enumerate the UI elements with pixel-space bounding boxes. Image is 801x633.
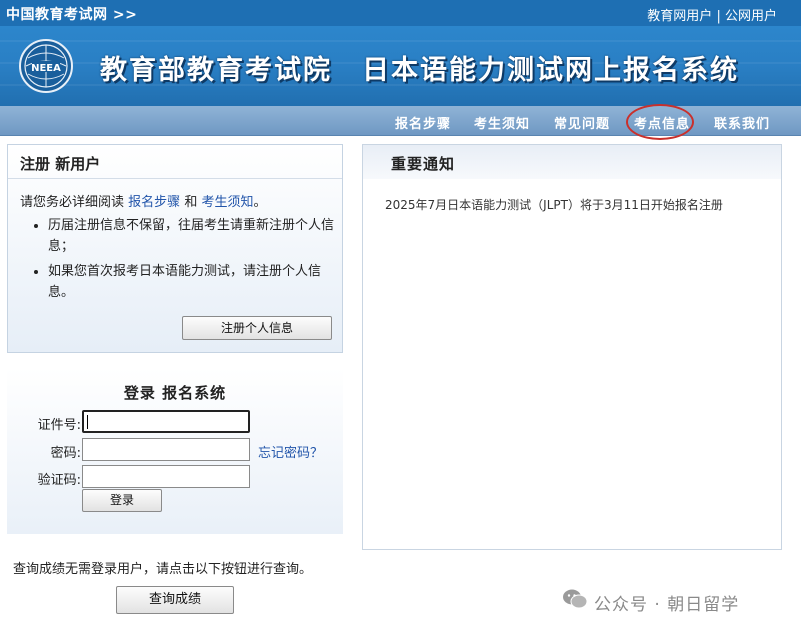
notice-header: 重要通知	[363, 145, 781, 179]
score-query-note: 查询成绩无需登录用户，请点击以下按钮进行查询。	[13, 562, 313, 577]
watermark-text: 公众号 · 朝日留学	[594, 595, 740, 615]
edu-user-link[interactable]: 教育网用户	[647, 9, 712, 24]
link-divider: |	[716, 9, 721, 24]
nav-faq[interactable]: 常见问题	[554, 113, 610, 132]
password-input[interactable]	[82, 438, 250, 461]
id-number-input[interactable]	[82, 410, 250, 433]
login-button[interactable]: 登录	[82, 489, 162, 512]
login-panel: 登录 报名系统 证件号: 密码: 忘记密码？ 验证码: 登录	[7, 368, 343, 534]
nav-candidate-notes[interactable]: 考生须知	[474, 113, 530, 132]
notice-panel: 重要通知 2025年7月日本语能力测试（JLPT）将于3月11日开始报名注册	[362, 144, 782, 550]
wechat-icon	[563, 589, 588, 609]
captcha-input[interactable]	[82, 465, 250, 488]
query-score-button[interactable]: 查询成绩	[116, 586, 234, 614]
divider	[8, 178, 342, 179]
notice-item-link[interactable]: 2025年7月日本语能力测试（JLPT）将于3月11日开始报名注册	[385, 196, 723, 213]
list-item: 如果您首次报考日本语能力测试，请注册个人信息。	[48, 261, 334, 303]
top-strip: 中国教育考试网 >> 教育网用户 | 公网用户	[0, 0, 801, 26]
forgot-password-link[interactable]: 忘记密码？	[258, 442, 323, 461]
system-name: 日本语能力测试网上报名系统	[362, 55, 739, 86]
register-panel: 注册 新用户 请您务必详细阅读 报名步骤 和 考生须知。 历届注册信息不保留，往…	[7, 144, 343, 353]
site-home-link[interactable]: 中国教育考试网 >>	[6, 4, 137, 24]
register-notes-list: 历届注册信息不保留，往届考生请重新注册个人信息； 如果您首次报考日本语能力测试，…	[34, 215, 334, 307]
password-label: 密码:	[50, 446, 81, 461]
main-nav: 报名步骤 考生须知 常见问题 考点信息 联系我们	[0, 106, 801, 136]
register-button[interactable]: 注册个人信息	[182, 316, 332, 340]
id-number-label: 证件号:	[37, 418, 81, 433]
list-item: 历届注册信息不保留，往届考生请重新注册个人信息；	[48, 215, 334, 257]
user-type-links: 教育网用户 | 公网用户	[647, 5, 777, 24]
captcha-label: 验证码:	[37, 473, 81, 488]
login-title: 登录 报名系统	[123, 384, 227, 402]
neea-logo-icon: NEEA	[19, 39, 73, 93]
nav-test-center-info[interactable]: 考点信息	[634, 113, 690, 132]
intro-and: 和	[184, 195, 198, 210]
candidate-notes-link[interactable]: 考生须知	[201, 195, 253, 210]
intro-suffix: 。	[253, 195, 267, 210]
register-intro: 请您务必详细阅读 报名步骤 和 考生须知。	[20, 191, 267, 210]
nav-registration-steps[interactable]: 报名步骤	[395, 113, 451, 132]
register-title: 注册 新用户	[20, 155, 101, 173]
intro-prefix: 请您务必详细阅读	[20, 195, 125, 210]
notice-title: 重要通知	[391, 155, 456, 173]
header-banner: NEEA 教育部教育考试院 日本语能力测试网上报名系统	[0, 26, 801, 106]
nav-contact-us[interactable]: 联系我们	[714, 113, 770, 132]
registration-steps-link[interactable]: 报名步骤	[128, 195, 180, 210]
org-name: 教育部教育考试院	[100, 55, 332, 86]
banner-title: 教育部教育考试院 日本语能力测试网上报名系统	[100, 48, 739, 87]
public-user-link[interactable]: 公网用户	[725, 9, 777, 24]
svg-text:NEEA: NEEA	[31, 63, 61, 74]
